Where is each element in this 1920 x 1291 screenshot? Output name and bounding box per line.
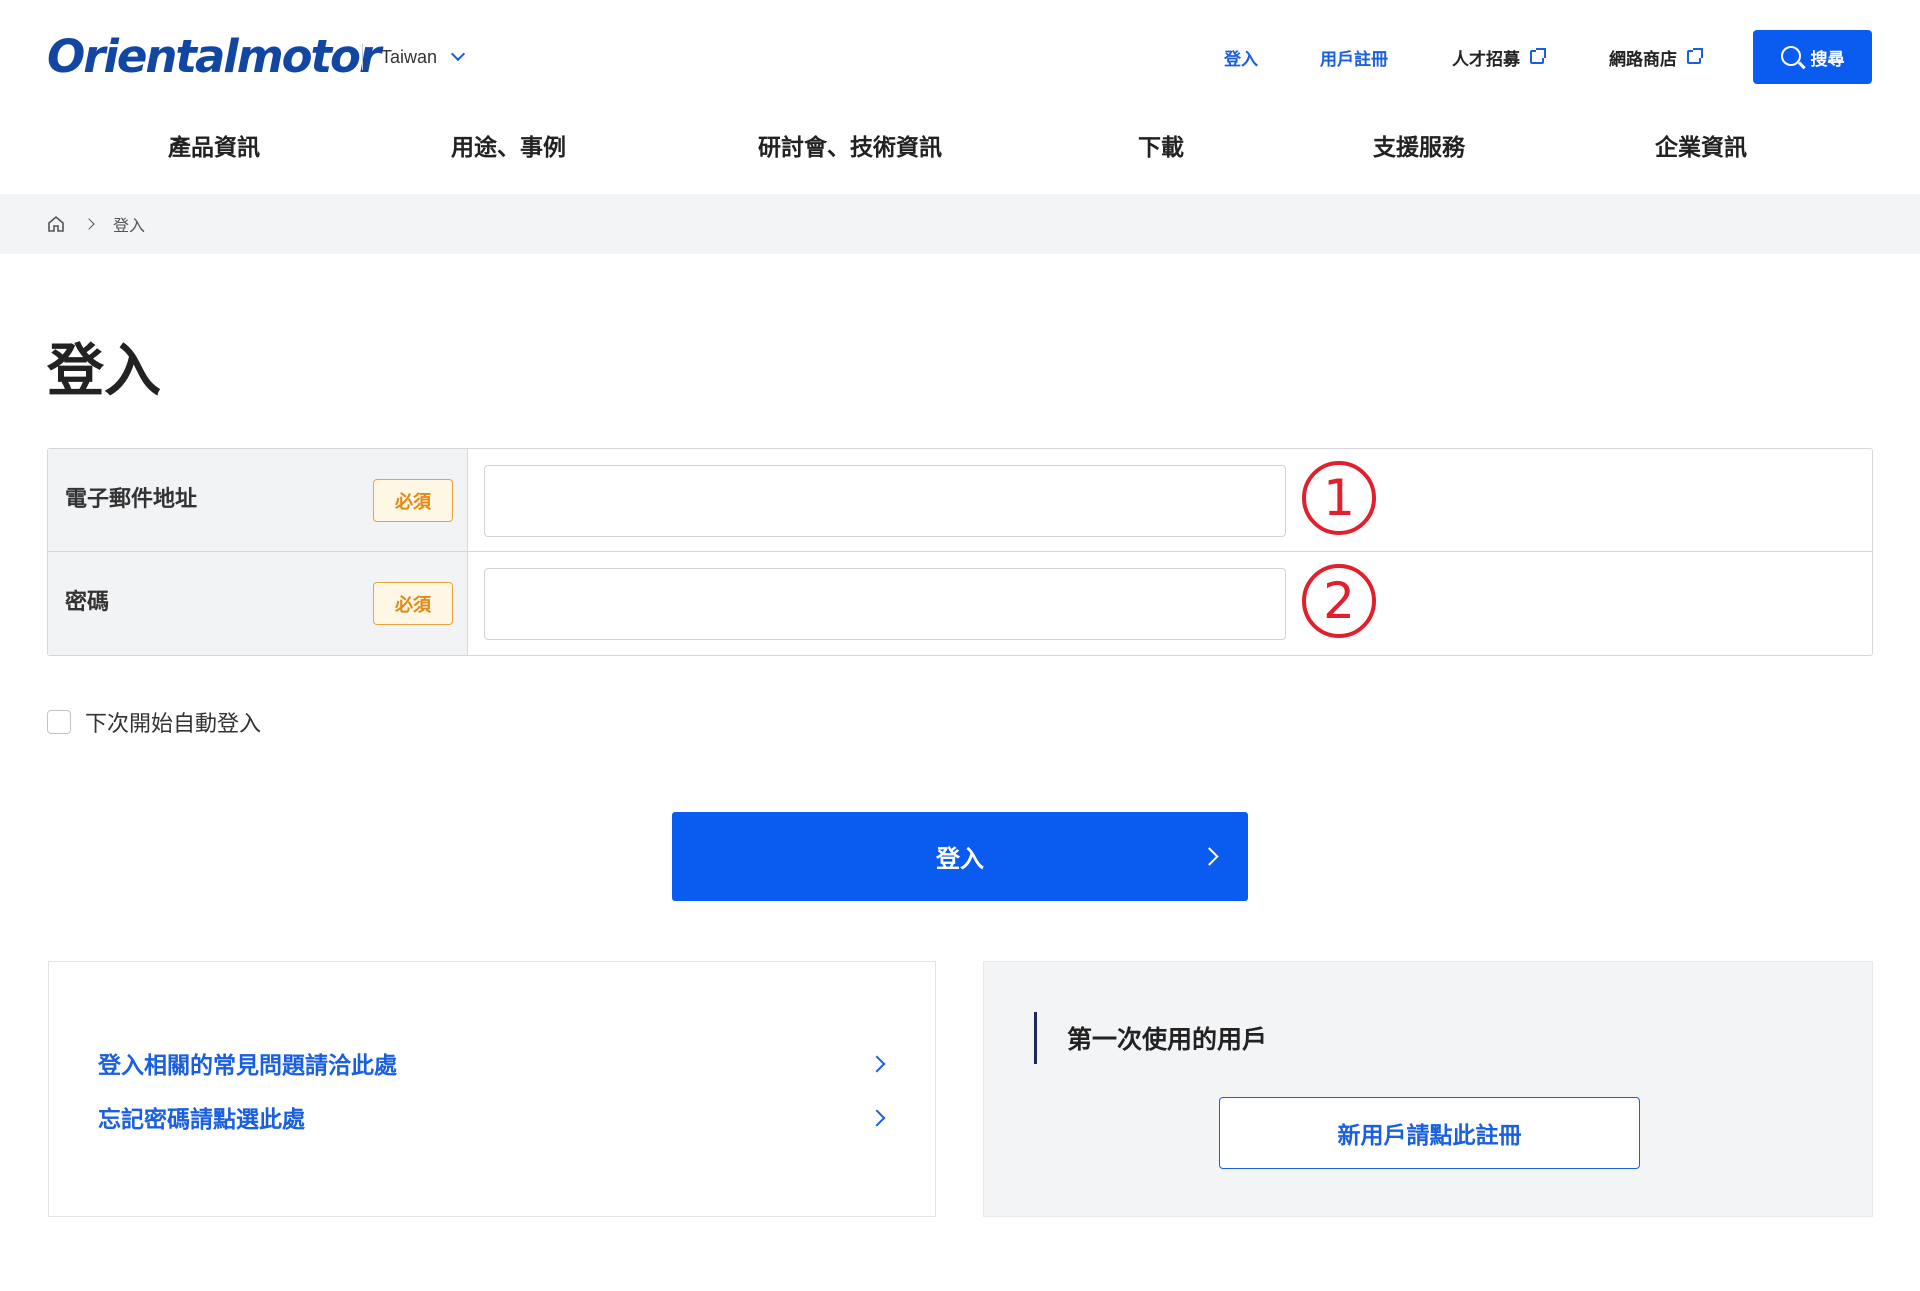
required-badge: 必須 bbox=[373, 582, 453, 625]
login-button-label: 登入 bbox=[936, 845, 984, 873]
breadcrumb-current: 登入 bbox=[113, 216, 146, 235]
email-field[interactable] bbox=[484, 465, 1286, 537]
careers-label: 人才招募 bbox=[1452, 49, 1520, 70]
annotation-marker-2: 2 bbox=[1302, 564, 1376, 638]
region-label: Taiwan bbox=[381, 46, 438, 67]
login-button[interactable]: 登入 bbox=[672, 812, 1248, 901]
nav-item-seminars[interactable]: 研討會、技術資訊 bbox=[758, 128, 942, 162]
annotation-marker-1: 1 bbox=[1302, 461, 1376, 535]
region-selector[interactable]: Taiwan bbox=[362, 44, 466, 70]
top-register-link[interactable]: 用戶註冊 bbox=[1320, 45, 1388, 70]
nav-item-applications[interactable]: 用途、事例 bbox=[451, 128, 566, 162]
oriental-motor-logo[interactable]: Orientalmotor bbox=[47, 30, 381, 83]
help-panel: 登入相關的常見問題請洽此處 忘記密碼請點選此處 bbox=[48, 961, 936, 1217]
remember-label: 下次開始自動登入 bbox=[85, 712, 262, 737]
careers-link[interactable]: 人才招募 bbox=[1452, 45, 1546, 70]
site-header: Orientalmotor Taiwan 登入 用戶註冊 人才招募 網路商店 搜… bbox=[0, 0, 1920, 113]
search-icon bbox=[1780, 45, 1801, 66]
shop-label: 網路商店 bbox=[1609, 49, 1677, 70]
register-button[interactable]: 新用戶請點此註冊 bbox=[1219, 1097, 1640, 1169]
login-form: 電子郵件地址 必須 1 密碼 必須 2 bbox=[47, 448, 1873, 656]
chevron-right-icon[interactable] bbox=[868, 1055, 886, 1073]
chevron-right-icon[interactable] bbox=[868, 1109, 886, 1127]
top-register-label: 用戶註冊 bbox=[1320, 49, 1388, 70]
password-field[interactable] bbox=[484, 568, 1286, 640]
breadcrumb: 登入 bbox=[0, 194, 1920, 254]
password-label: 密碼 bbox=[65, 590, 110, 615]
search-label: 搜尋 bbox=[1810, 49, 1845, 70]
password-label-cell: 密碼 必須 bbox=[48, 552, 468, 655]
external-link-icon bbox=[1687, 48, 1703, 64]
shop-link[interactable]: 網路商店 bbox=[1609, 45, 1703, 70]
forgot-password-link[interactable]: 忘記密碼請點選此處 bbox=[98, 1100, 305, 1134]
top-login-link[interactable]: 登入 bbox=[1224, 45, 1258, 70]
email-row: 電子郵件地址 必須 1 bbox=[48, 449, 1872, 552]
email-label: 電子郵件地址 bbox=[65, 487, 198, 512]
main-nav: 產品資訊 用途、事例 研討會、技術資訊 下載 支援服務 企業資訊 bbox=[0, 128, 1920, 168]
chevron-right-icon bbox=[83, 218, 95, 230]
page-title: 登入 bbox=[47, 338, 161, 404]
remember-login[interactable]: 下次開始自動登入 bbox=[47, 706, 261, 738]
email-label-cell: 電子郵件地址 必須 bbox=[48, 449, 468, 551]
nav-item-products[interactable]: 產品資訊 bbox=[168, 128, 260, 162]
nav-item-support[interactable]: 支援服務 bbox=[1373, 128, 1465, 162]
home-icon[interactable] bbox=[47, 215, 65, 233]
remember-checkbox[interactable] bbox=[47, 710, 71, 734]
nav-item-company[interactable]: 企業資訊 bbox=[1655, 128, 1747, 162]
external-link-icon bbox=[1530, 48, 1546, 64]
required-badge: 必須 bbox=[373, 479, 453, 522]
chevron-right-icon bbox=[1200, 847, 1219, 866]
first-time-title: 第一次使用的用戶 bbox=[1034, 1012, 1267, 1064]
first-time-panel: 第一次使用的用戶 新用戶請點此註冊 bbox=[983, 961, 1873, 1217]
chevron-down-icon bbox=[450, 46, 466, 62]
password-row: 密碼 必須 2 bbox=[48, 552, 1872, 655]
search-button[interactable]: 搜尋 bbox=[1753, 30, 1872, 84]
nav-item-downloads[interactable]: 下載 bbox=[1138, 128, 1184, 162]
faq-link[interactable]: 登入相關的常見問題請洽此處 bbox=[98, 1046, 397, 1080]
top-login-label: 登入 bbox=[1224, 49, 1258, 70]
